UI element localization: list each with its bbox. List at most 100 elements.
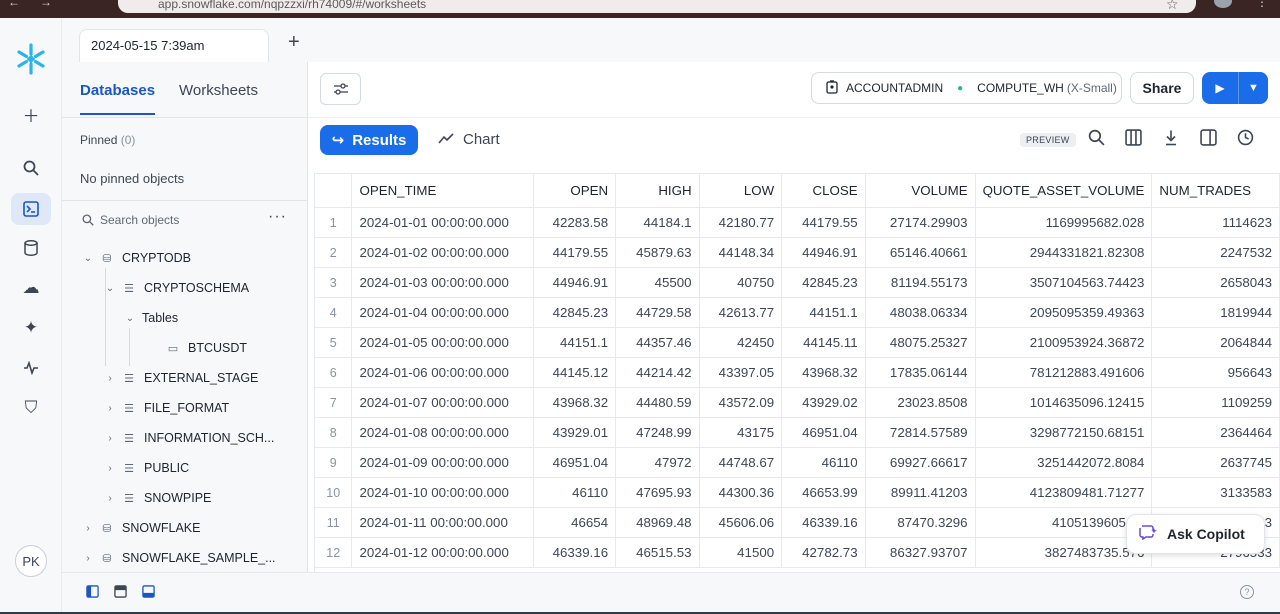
table-cell[interactable]: 1114623: [1151, 207, 1280, 238]
create-icon[interactable]: ＋: [11, 98, 51, 130]
tree-item[interactable]: ▭ BTCUSDT: [148, 338, 247, 358]
table-cell[interactable]: 2024-01-03 00:00:00.000: [351, 267, 534, 298]
chevron-down-icon[interactable]: ⌄: [124, 313, 136, 324]
tab-worksheets[interactable]: Worksheets: [179, 82, 258, 115]
table-cell[interactable]: 44748.67: [699, 447, 783, 478]
table-cell[interactable]: 72814.57589: [865, 417, 976, 448]
table-cell[interactable]: 42845.23: [781, 267, 866, 298]
table-cell[interactable]: 2637745: [1151, 447, 1280, 478]
bookmark-star-icon[interactable]: ☆: [1166, 0, 1179, 13]
column-header[interactable]: NUM_TRADES: [1151, 173, 1280, 208]
table-cell[interactable]: 42450: [699, 327, 783, 358]
table-cell[interactable]: 44300.36: [699, 477, 783, 508]
search-objects[interactable]: Search objects: [82, 213, 179, 227]
table-cell[interactable]: 46339.16: [533, 537, 617, 568]
table-cell[interactable]: 69927.66617: [865, 447, 976, 478]
table-row[interactable]: 1 2024-01-01 00:00:00.000 42283.58 44184.1 4…: [315, 207, 1280, 238]
table-cell[interactable]: 44179.55: [533, 237, 617, 268]
column-header[interactable]: OPEN_TIME: [351, 173, 534, 208]
table-cell[interactable]: 44145.12: [533, 357, 617, 388]
table-cell[interactable]: 46951.04: [781, 417, 866, 448]
browser-profile-icon[interactable]: [1214, 0, 1232, 8]
column-header[interactable]: HIGH: [615, 173, 700, 208]
table-cell[interactable]: 45606.06: [699, 507, 783, 538]
table-cell[interactable]: 44184.1: [615, 207, 700, 238]
url-text[interactable]: app.snowflake.com/nqpzzxi/rh74009/#/work…: [158, 0, 426, 11]
worksheet-tab[interactable]: 2024-05-15 7:39am: [79, 29, 269, 62]
chevron-right-icon[interactable]: ›: [82, 523, 94, 534]
tree-item[interactable]: ⌄ ⛁ CRYPTODB: [82, 248, 191, 268]
table-cell[interactable]: 87470.3296: [865, 507, 976, 538]
table-cell[interactable]: 44946.91: [533, 267, 617, 298]
table-cell[interactable]: 46515.53: [615, 537, 700, 568]
snowflake-logo-icon[interactable]: [14, 42, 48, 76]
search-objects-input[interactable]: Search objects: [100, 213, 179, 227]
table-cell[interactable]: 956643: [1151, 357, 1280, 388]
table-cell[interactable]: 2247532: [1151, 237, 1280, 268]
table-cell[interactable]: 2024-01-11 00:00:00.000: [351, 507, 534, 538]
results-table-container[interactable]: OPEN_TIME OPEN HIGH LOW CLOSE VOLUME QUOTE_ASS…: [314, 173, 1280, 572]
chevron-right-icon[interactable]: ›: [104, 403, 116, 414]
table-cell[interactable]: 81194.55173: [865, 267, 976, 298]
toggle-editor-panel-icon[interactable]: [114, 585, 127, 601]
table-cell[interactable]: 3251442072.8084: [975, 447, 1153, 478]
table-cell[interactable]: 2100953924.36872: [975, 327, 1153, 358]
table-cell[interactable]: 41500: [699, 537, 783, 568]
tree-item[interactable]: › ⛁ SNOWFLAKE: [82, 518, 200, 538]
column-header[interactable]: VOLUME: [865, 173, 976, 208]
table-cell[interactable]: 44357.46: [615, 327, 700, 358]
tab-databases[interactable]: Databases: [80, 82, 156, 115]
tree-item[interactable]: › ☰ SNOWPIPE: [104, 488, 211, 508]
pinned-header[interactable]: Pinned (0): [80, 133, 135, 147]
table-cell[interactable]: 2658043: [1151, 267, 1280, 298]
table-cell[interactable]: 44480.59: [615, 387, 700, 418]
more-options-icon[interactable]: ···: [268, 208, 287, 226]
table-cell[interactable]: 1109259: [1151, 387, 1280, 418]
results-button[interactable]: ↪ Results: [320, 125, 418, 155]
table-cell[interactable]: 2024-01-08 00:00:00.000: [351, 417, 534, 448]
table-cell[interactable]: 2024-01-10 00:00:00.000: [351, 477, 534, 508]
table-cell[interactable]: 45500: [615, 267, 700, 298]
table-cell[interactable]: 45879.63: [615, 237, 700, 268]
table-cell[interactable]: 46339.16: [781, 507, 866, 538]
table-cell[interactable]: 3298772150.68151: [975, 417, 1153, 448]
table-cell[interactable]: 781212883.491606: [975, 357, 1153, 388]
projects-worksheets-icon[interactable]: [11, 193, 51, 225]
tree-item[interactable]: › ☰ INFORMATION_SCH...: [104, 428, 274, 448]
table-cell[interactable]: 42782.73: [781, 537, 866, 568]
table-cell[interactable]: 17835.06144: [865, 357, 976, 388]
table-cell[interactable]: 42613.77: [699, 297, 783, 328]
role-warehouse-selector[interactable]: ACCOUNTADMIN ● COMPUTE_WH (X-Small): [811, 72, 1122, 104]
table-cell[interactable]: 46110: [781, 447, 866, 478]
table-cell[interactable]: 86327.93707: [865, 537, 976, 568]
table-cell[interactable]: 43397.05: [699, 357, 783, 388]
column-header[interactable]: QUOTE_ASSET_VOLUME: [975, 173, 1153, 208]
table-cell[interactable]: 1169995682.028: [975, 207, 1153, 238]
table-row[interactable]: 10 2024-01-10 00:00:00.000 46110 47695.93 44…: [315, 477, 1280, 508]
table-cell[interactable]: 3133583: [1151, 477, 1280, 508]
query-history-clock-icon[interactable]: [1237, 129, 1254, 151]
table-cell[interactable]: 65146.40661: [865, 237, 976, 268]
table-cell[interactable]: 2364464: [1151, 417, 1280, 448]
table-cell[interactable]: 46653.99: [781, 477, 866, 508]
table-cell[interactable]: 2944331821.82308: [975, 237, 1153, 268]
filters-sliders-icon[interactable]: [320, 73, 361, 105]
table-cell[interactable]: 4123809481.71277: [975, 477, 1153, 508]
table-cell[interactable]: 89911.41203: [865, 477, 976, 508]
table-row[interactable]: 7 2024-01-07 00:00:00.000 43968.32 44480.59…: [315, 387, 1280, 418]
search-icon[interactable]: [11, 152, 51, 184]
table-cell[interactable]: 2095095359.49363: [975, 297, 1153, 328]
table-cell[interactable]: 2024-01-05 00:00:00.000: [351, 327, 534, 358]
table-cell[interactable]: 2024-01-06 00:00:00.000: [351, 357, 534, 388]
data-database-icon[interactable]: [11, 232, 51, 264]
table-row[interactable]: 3 2024-01-03 00:00:00.000 44946.91 45500 407…: [315, 267, 1280, 298]
tree-item[interactable]: › ☰ PUBLIC: [104, 458, 189, 478]
share-button[interactable]: Share: [1130, 72, 1194, 104]
chevron-right-icon[interactable]: ›: [104, 373, 116, 384]
table-cell[interactable]: 40750: [699, 267, 783, 298]
table-cell[interactable]: 43929.01: [533, 417, 617, 448]
table-cell[interactable]: 43175: [699, 417, 783, 448]
table-cell[interactable]: 2024-01-09 00:00:00.000: [351, 447, 534, 478]
chevron-down-icon[interactable]: ⌄: [82, 253, 94, 264]
ai-ml-sparkle-icon[interactable]: ✦: [11, 312, 51, 344]
